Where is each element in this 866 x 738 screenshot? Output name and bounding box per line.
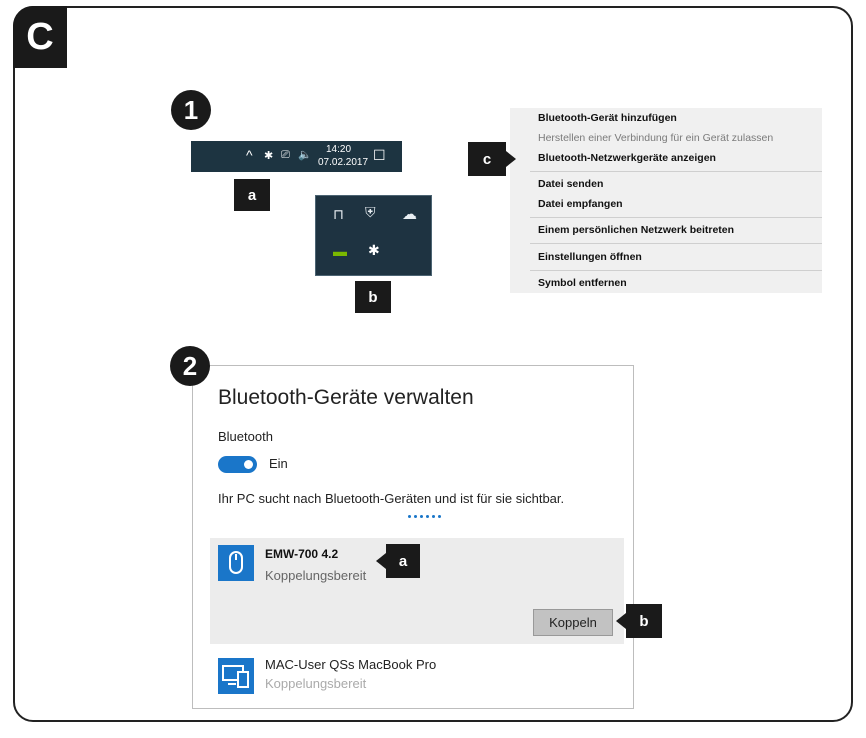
tray-overflow-panel: ⊓ ⛨ ☁ ▬ ✱ xyxy=(315,195,432,276)
step-1-badge: 1 xyxy=(171,90,211,130)
toggle-knob xyxy=(244,460,253,469)
pair-button[interactable]: Koppeln xyxy=(533,609,613,636)
menu-item-open-settings[interactable]: Einstellungen öffnen xyxy=(538,251,642,263)
show-hidden-icons-chevron-icon[interactable]: ^ xyxy=(246,147,253,163)
device-status: Koppelungsbereit xyxy=(265,676,367,691)
bluetooth-label: Bluetooth xyxy=(218,429,273,444)
section-label: C xyxy=(13,6,67,68)
search-status-text: Ihr PC sucht nach Bluetooth-Geräten und … xyxy=(218,491,565,506)
bluetooth-toggle[interactable] xyxy=(218,456,257,473)
graphics-icon[interactable]: ▬ xyxy=(333,243,347,259)
bluetooth-icon[interactable]: ✱ xyxy=(264,149,273,162)
menu-item-remove-icon[interactable]: Symbol entfernen xyxy=(538,277,627,289)
menu-item-add-device[interactable]: Bluetooth-Gerät hinzufügen xyxy=(538,112,677,124)
cloud-icon[interactable]: ☁ xyxy=(402,205,417,223)
device-status: Koppelungsbereit xyxy=(265,568,367,583)
device-name: EMW-700 4.2 xyxy=(265,547,339,561)
callout-c-pointer xyxy=(506,151,516,167)
callout-c-menu: c xyxy=(468,142,506,176)
usb-icon[interactable]: ⊓ xyxy=(333,206,344,223)
bluetooth-settings-panel: Bluetooth-Geräte verwalten Bluetooth Ein… xyxy=(192,365,634,709)
callout-a-device: a xyxy=(386,544,420,578)
menu-item-allow-connection[interactable]: Herstellen einer Verbindung für ein Gerä… xyxy=(538,132,773,144)
menu-separator xyxy=(530,270,822,271)
page-title: Bluetooth-Geräte verwalten xyxy=(218,386,474,409)
network-icon[interactable]: ⎚ xyxy=(281,149,290,162)
mouse-icon xyxy=(218,545,254,581)
volume-icon[interactable]: 🔈 xyxy=(298,148,312,161)
menu-item-show-network-devices[interactable]: Bluetooth-Netzwerkgeräte anzeigen xyxy=(538,152,716,164)
callout-b-pointer xyxy=(616,613,626,629)
menu-item-join-network[interactable]: Einem persönlichen Netzwerk beitreten xyxy=(538,224,734,236)
menu-separator xyxy=(530,171,822,172)
taskbar-date[interactable]: 07.02.2017 xyxy=(318,157,368,168)
action-center-icon[interactable]: ☐ xyxy=(373,147,386,164)
menu-item-send-file[interactable]: Datei senden xyxy=(538,178,603,190)
taskbar: ^ ✱ ⎚ 🔈 14:20 07.02.2017 ☐ xyxy=(191,141,402,172)
menu-item-receive-file[interactable]: Datei empfangen xyxy=(538,198,623,210)
callout-a-pointer xyxy=(376,553,386,569)
device-list-item[interactable]: MAC-User QSs MacBook Pro Koppelungsberei… xyxy=(210,652,624,708)
callout-a-taskbar: a xyxy=(234,179,270,211)
toggle-state-label: Ein xyxy=(269,456,288,471)
bluetooth-context-menu: Bluetooth-Gerät hinzufügen Herstellen ei… xyxy=(510,108,822,293)
computer-icon xyxy=(218,658,254,694)
taskbar-time[interactable]: 14:20 xyxy=(326,144,351,155)
bluetooth-tray-icon[interactable]: ✱ xyxy=(368,242,380,259)
menu-separator xyxy=(530,243,822,244)
callout-b-tray: b xyxy=(355,281,391,313)
callout-b-button: b xyxy=(626,604,662,638)
menu-separator xyxy=(530,217,822,218)
shield-icon[interactable]: ⛨ xyxy=(365,204,376,221)
searching-progress-dots xyxy=(408,515,441,518)
device-name: MAC-User QSs MacBook Pro xyxy=(265,657,437,672)
step-2-badge: 2 xyxy=(170,346,210,386)
